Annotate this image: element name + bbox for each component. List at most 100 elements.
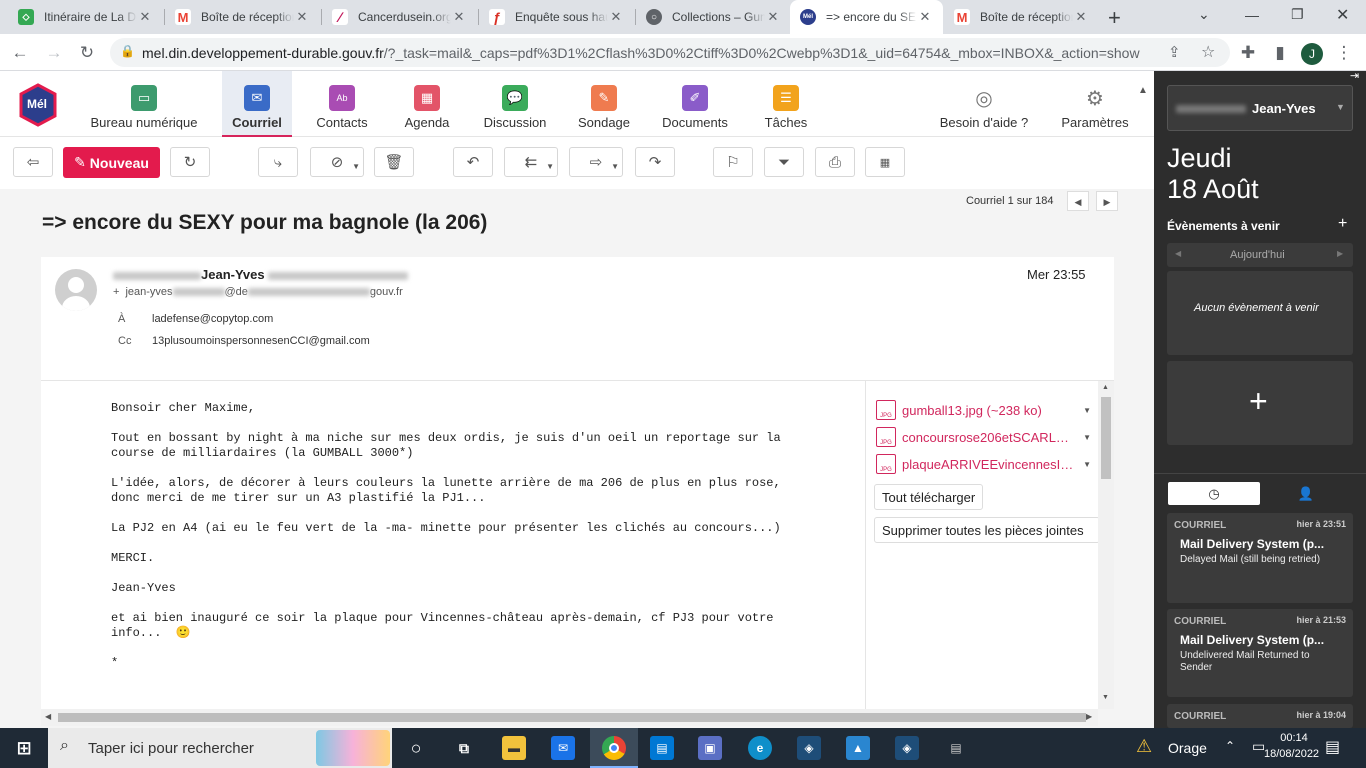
download-all-button[interactable]: Tout télécharger [874, 484, 984, 510]
nav-discussion[interactable]: 💬 Discussion [478, 71, 552, 137]
back-icon[interactable]: ← [10, 43, 30, 63]
print-button[interactable]: ⎙ [815, 147, 855, 177]
chrome-icon[interactable] [602, 736, 626, 760]
back-button[interactable]: ⇦ [13, 147, 53, 177]
reply-button[interactable]: ↶ [453, 147, 493, 177]
sender-email[interactable]: + jean-yves @de gouv.fr [113, 286, 403, 298]
scroll-up-icon[interactable]: ▲ [1102, 384, 1109, 391]
nav-sondage[interactable]: ✎ Sondage [570, 71, 638, 137]
nav-taches[interactable]: ☰ Tâches [758, 71, 814, 137]
scrollbar-thumb[interactable] [1101, 397, 1111, 479]
share-icon[interactable]: ⇪ [1168, 43, 1181, 61]
chevron-down-icon[interactable]: ▼ [1077, 406, 1091, 415]
filter-button[interactable]: ⏷ [764, 147, 804, 177]
chevron-down-icon[interactable]: ▼ [1077, 433, 1091, 442]
browser-tab[interactable]: ƒ Enquête sous hau ✕ [479, 0, 634, 34]
attachment-item[interactable]: JPG plaqueARRIVEEvincennesIFC.jpg ▼ [876, 454, 1091, 474]
nav-contacts[interactable]: Ab Contacts [308, 71, 376, 137]
app-icon[interactable]: ◈ [797, 736, 821, 760]
help-button[interactable]: ◎ Besoin d'aide ? [932, 71, 1036, 137]
tab-contacts[interactable]: 👤 [1260, 482, 1352, 505]
reply-all-button[interactable]: ⇇ ▼ [504, 147, 558, 177]
profile-avatar[interactable]: J [1301, 43, 1323, 65]
attachment-item[interactable]: JPG concoursrose206etSCARLETT.jpg ▼ [876, 427, 1091, 447]
vertical-scrollbar[interactable]: ▲ ▼ [1098, 381, 1114, 709]
browser-tab-active[interactable]: Mél => encore du SE ✕ [790, 0, 943, 34]
cortana-icon[interactable]: ○ [404, 736, 428, 760]
close-icon[interactable]: ✕ [451, 9, 467, 25]
bookmark-star-icon[interactable]: ☆ [1201, 42, 1215, 62]
recent-mail-item[interactable]: COURRIEL hier à 19:04 [1167, 704, 1353, 728]
user-selector[interactable]: Jean-Yves ▼ [1167, 85, 1353, 131]
scrollbar-thumb[interactable] [58, 713, 1086, 722]
chevron-right-icon[interactable]: ▶ [1337, 249, 1343, 258]
app-icon[interactable]: ◈ [895, 736, 919, 760]
attachment-item[interactable]: JPG gumball13.jpg (~238 ko) ▼ [876, 400, 1091, 420]
app-icon[interactable]: ▤ [944, 736, 968, 760]
extensions-icon[interactable]: ✚ [1238, 43, 1258, 63]
chevron-left-icon[interactable]: ◀ [1175, 249, 1181, 258]
forward-icon[interactable]: → [44, 43, 64, 63]
address-bar[interactable]: 🔒 mel.din.developpement-durable.gouv.fr/… [110, 38, 1230, 67]
scroll-left-icon[interactable]: ◀ [45, 712, 51, 721]
mail-app-icon[interactable]: ✉ [551, 736, 575, 760]
browser-tab[interactable]: ⬦ Itinéraire de La Dé ✕ [8, 0, 163, 34]
panel-collapse-icon[interactable]: ⇥ [1350, 69, 1359, 82]
collapse-arrow-icon[interactable]: ▲ [1138, 85, 1148, 96]
file-explorer-icon[interactable]: ▬ [502, 736, 526, 760]
tab-search-icon[interactable]: ⌄ [1198, 6, 1210, 23]
browser-tab[interactable]: ∕ Cancerdusein.org ✕ [322, 0, 477, 34]
next-message-button[interactable]: ▶ [1096, 191, 1118, 211]
add-event-icon[interactable]: + [1338, 215, 1347, 233]
close-icon[interactable]: ✕ [294, 9, 310, 25]
taskbar-search[interactable]: ⌕ Taper ici pour rechercher [48, 728, 392, 768]
junk-button[interactable]: ⊘ ▼ [310, 147, 364, 177]
close-icon[interactable]: ✕ [608, 9, 624, 25]
browser-tab[interactable]: ○ Collections – Gum ✕ [636, 0, 791, 34]
restore-icon[interactable]: ❐ [1291, 6, 1304, 23]
close-window-icon[interactable]: ✕ [1336, 5, 1349, 25]
tab-recent[interactable]: ◷ [1168, 482, 1260, 505]
app-icon[interactable]: ▣ [698, 736, 722, 760]
delete-all-attachments-button[interactable]: Supprimer toutes les pièces jointes [874, 517, 1100, 543]
recent-mail-item[interactable]: COURRIEL hier à 21:53 Mail Delivery Syst… [1167, 609, 1353, 697]
horizontal-scrollbar[interactable]: ◀ ▶ [41, 709, 1098, 726]
new-message-button[interactable]: ✎ Nouveau [63, 147, 160, 178]
settings-button[interactable]: ⚙ Paramètres [1056, 71, 1134, 137]
new-tab-icon[interactable]: + [1108, 5, 1121, 31]
mel-logo[interactable]: Mél [18, 83, 58, 127]
forward-button[interactable]: ⇨ ▼ [569, 147, 623, 177]
close-icon[interactable]: ✕ [137, 9, 153, 25]
menu-icon[interactable]: ⋮ [1334, 43, 1354, 63]
nav-courriel[interactable]: ✉ Courriel [222, 71, 292, 137]
minimize-icon[interactable]: — [1245, 7, 1259, 23]
nav-documents[interactable]: ✐ Documents [656, 71, 734, 137]
clock-date[interactable]: 18/08/2022 [1264, 748, 1319, 760]
browser-tab[interactable]: M Boîte de réception ✕ [165, 0, 320, 34]
scroll-down-icon[interactable]: ▼ [1102, 694, 1109, 701]
task-view-icon[interactable]: ⧉ [452, 736, 476, 760]
flag-button[interactable]: ⚐ [713, 147, 753, 177]
move-button[interactable]: ⤷ [258, 147, 298, 177]
cc-address[interactable]: 13plusoumoinspersonnesenCCI@gmail.com [152, 335, 370, 347]
scroll-right-icon[interactable]: ▶ [1086, 712, 1092, 721]
reload-icon[interactable]: ↻ [77, 43, 97, 63]
notifications-icon[interactable]: ▤ [1325, 737, 1340, 757]
add-to-calendar-button[interactable]: ▦ [865, 147, 905, 177]
today-label[interactable]: Aujourd'hui [1230, 249, 1285, 261]
chevron-up-icon[interactable]: ⌃ [1225, 739, 1235, 753]
edge-icon[interactable]: e [748, 736, 772, 760]
sender-name[interactable]: Jean-Yves [113, 267, 408, 282]
photos-icon[interactable]: ▲ [846, 736, 870, 760]
add-event-button[interactable]: + [1167, 361, 1353, 445]
windows-start-icon[interactable]: ⊞ [12, 736, 36, 760]
delete-button[interactable]: 🗑 [374, 147, 414, 177]
previous-message-button[interactable]: ◀ [1067, 191, 1089, 211]
add-contact-icon[interactable]: + [113, 286, 119, 298]
refresh-button[interactable]: ↻ [170, 147, 210, 177]
browser-tab[interactable]: M Boîte de réception ✕ [944, 0, 1099, 34]
side-panel-icon[interactable]: ▮ [1270, 43, 1290, 63]
clock-time[interactable]: 00:14 [1277, 732, 1311, 744]
redirect-button[interactable]: ↷ [635, 147, 675, 177]
nav-agenda[interactable]: ▦ Agenda [396, 71, 458, 137]
